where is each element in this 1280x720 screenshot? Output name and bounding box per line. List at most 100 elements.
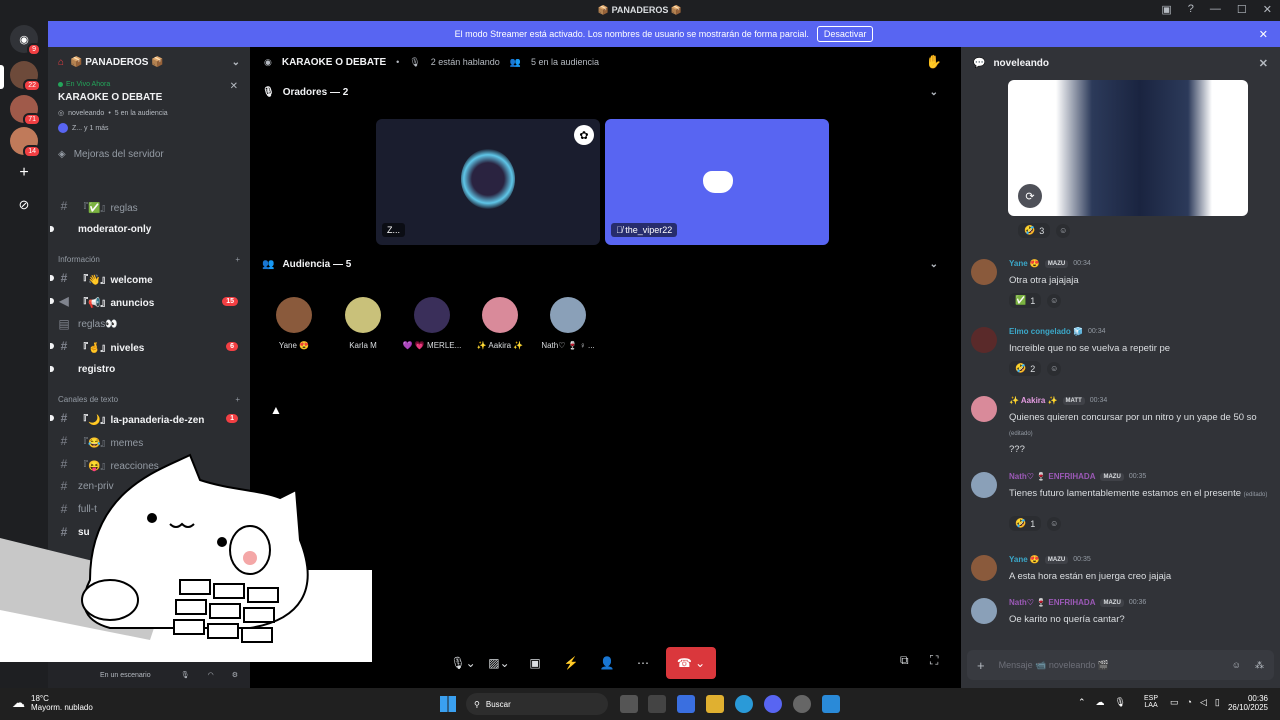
- server-boost-item[interactable]: ◈ Mejoras del servidor: [58, 149, 240, 160]
- message-author[interactable]: Nath♡ 🍷 ENFRIHADA: [1009, 598, 1095, 607]
- muted-mic-icon: 🎙̸: [616, 225, 626, 235]
- shared-image[interactable]: ⟳: [1008, 80, 1248, 216]
- help-icon[interactable]: ?: [1188, 3, 1194, 16]
- audience-member[interactable]: 💜 💗 MERLE...: [400, 297, 464, 350]
- minimize-button[interactable]: —: [1210, 3, 1221, 16]
- close-window-button[interactable]: ✕: [1263, 3, 1272, 16]
- avatar[interactable]: [971, 472, 997, 498]
- channel-registro[interactable]: registro: [50, 359, 240, 379]
- copilot-icon[interactable]: [677, 695, 695, 713]
- audience-member[interactable]: Nath♡ 🍷 ♀ ...: [536, 297, 600, 350]
- message-author[interactable]: Elmo congelado 🧊: [1009, 327, 1083, 336]
- audience-member[interactable]: ✨ Aakira ✨: [468, 297, 532, 350]
- close-live-icon[interactable]: ✕: [230, 81, 238, 92]
- speaker-tile[interactable]: 🎙̸ the_viper22: [605, 119, 829, 245]
- start-button[interactable]: [440, 696, 456, 712]
- channel-welcome[interactable]: # 『👋』welcome: [50, 268, 240, 288]
- leave-stage-button[interactable]: ☎ ⌄: [666, 647, 716, 679]
- file-explorer-icon[interactable]: [706, 695, 724, 713]
- image-search-icon[interactable]: ⟳: [1018, 184, 1042, 208]
- channel-reglas-rules[interactable]: ▤ reglas👀: [58, 314, 240, 334]
- avatar: [276, 297, 312, 333]
- screen-share-button[interactable]: ▣: [522, 650, 548, 676]
- emoji-icon[interactable]: ☺: [1232, 660, 1241, 670]
- server-icon-2[interactable]: 71: [10, 95, 41, 126]
- avatar[interactable]: [971, 555, 997, 581]
- channel-moderator-only[interactable]: moderator-only: [50, 219, 240, 239]
- store-icon[interactable]: [648, 695, 666, 713]
- weather-widget[interactable]: ☁ 18°C Mayorm. nublado: [12, 694, 93, 712]
- close-chat-icon[interactable]: ✕: [1259, 57, 1268, 70]
- reaction[interactable]: 🤣 1: [1009, 516, 1042, 531]
- reaction[interactable]: 🤣 2: [1009, 361, 1042, 376]
- category-canales-de-texto[interactable]: Canales de texto +: [58, 395, 240, 404]
- discord-home-icon[interactable]: ◉ 9: [10, 25, 41, 56]
- server-icon-3[interactable]: 14: [10, 127, 41, 158]
- category-informacion[interactable]: Información +: [58, 255, 240, 264]
- audience-member[interactable]: Yane 😍: [262, 297, 326, 350]
- onedrive-icon[interactable]: ☁: [1096, 697, 1105, 708]
- inbox-icon[interactable]: ▣: [1161, 3, 1171, 16]
- settings-gear-icon[interactable]: ⚙: [232, 671, 238, 679]
- headphones-icon[interactable]: ◠: [208, 671, 214, 679]
- reaction[interactable]: ✅ 1: [1009, 293, 1042, 308]
- channel-anuncios[interactable]: ◀ 『📢』anuncios 15: [50, 291, 240, 311]
- server-icon-group[interactable]: 22: [10, 61, 41, 92]
- add-channel-icon[interactable]: +: [235, 255, 240, 264]
- app-icon-2[interactable]: [822, 695, 840, 713]
- edge-icon[interactable]: [735, 695, 753, 713]
- add-server-icon[interactable]: +: [10, 159, 38, 187]
- mic-button[interactable]: 🎙⌄: [450, 650, 476, 676]
- invite-button[interactable]: 👤: [594, 650, 620, 676]
- activity-button[interactable]: ⚡: [558, 650, 584, 676]
- speakers-section-header[interactable]: 🎙 Oradores — 2 ⌄: [262, 87, 944, 98]
- avatar[interactable]: [971, 396, 997, 422]
- add-reaction-icon[interactable]: ☺: [1047, 361, 1062, 376]
- more-options-icon[interactable]: ⋯: [630, 650, 656, 676]
- avatar[interactable]: [971, 598, 997, 624]
- mic-icon[interactable]: 🎙: [181, 671, 190, 679]
- channel-la-panaderia-de-zen[interactable]: # 『🌙』la-panaderia-de-zen 1: [50, 408, 240, 428]
- close-banner-icon[interactable]: ✕: [1259, 28, 1268, 41]
- chevron-down-icon[interactable]: ⌄: [930, 259, 938, 270]
- discord-taskbar-icon[interactable]: [764, 695, 782, 713]
- deactivate-button[interactable]: Desactivar: [816, 26, 874, 42]
- reaction[interactable]: 🤣 3: [1018, 223, 1051, 238]
- mic-tray-icon[interactable]: 🎙: [1115, 697, 1126, 708]
- channel-reglas[interactable]: # 『✅』reglas: [58, 196, 240, 216]
- live-stage-panel[interactable]: En Vivo Ahora KARAOKE O DEBATE ◎ novelean…: [58, 81, 240, 133]
- tray-icons[interactable]: ▭ ◔ ◁ ▯: [1170, 697, 1220, 708]
- app-icon[interactable]: [793, 695, 811, 713]
- audience-member[interactable]: Karla M: [331, 297, 395, 350]
- audience-section-header[interactable]: 👥 Audiencia — 5 ⌄: [262, 259, 944, 270]
- camera-off-button[interactable]: ▨⌄: [486, 650, 512, 676]
- server-header[interactable]: ⌂ 📦 PANADEROS 📦 ⌄: [48, 47, 250, 77]
- message-author[interactable]: Nath♡ 🍷 ENFRIHADA: [1009, 472, 1095, 481]
- avatar[interactable]: [971, 327, 997, 353]
- channel-memes[interactable]: # 『😂』memes: [58, 431, 240, 451]
- message-author[interactable]: Yane 😍: [1009, 555, 1040, 564]
- add-reaction-icon[interactable]: ☺: [1056, 223, 1071, 238]
- popout-icon[interactable]: ⧉: [900, 653, 909, 668]
- fullscreen-icon[interactable]: ⛶: [930, 653, 938, 668]
- task-view-icon[interactable]: [620, 695, 638, 713]
- speaker-tile[interactable]: ✿ Z...: [376, 119, 600, 245]
- message-author[interactable]: Yane 😍: [1009, 259, 1040, 268]
- add-reaction-icon[interactable]: ☺: [1047, 516, 1062, 531]
- maximize-button[interactable]: ☐: [1237, 3, 1247, 16]
- chevron-down-icon[interactable]: ⌄: [930, 87, 938, 98]
- add-reaction-icon[interactable]: ☺: [1047, 293, 1062, 308]
- message-input[interactable]: Mensaje 📹 noveleando 🎬: [999, 660, 1218, 671]
- taskbar-search[interactable]: ⚲ Buscar: [466, 693, 608, 715]
- avatar[interactable]: [971, 259, 997, 285]
- add-attachment-icon[interactable]: +: [977, 658, 985, 673]
- add-channel-icon[interactable]: +: [235, 395, 240, 404]
- tray-expand-icon[interactable]: ⌃: [1078, 697, 1086, 708]
- discover-icon[interactable]: ⊘: [10, 191, 38, 219]
- clock[interactable]: 00:36 26/10/2025: [1228, 694, 1268, 712]
- channel-niveles[interactable]: # 『🤞』niveles 6: [50, 336, 240, 356]
- message-author[interactable]: ✨ Aakira ✨: [1009, 396, 1058, 405]
- raise-hand-icon[interactable]: ✋: [926, 54, 942, 70]
- language-indicator[interactable]: ESP LAA: [1144, 695, 1158, 709]
- apps-icon[interactable]: ⁂: [1255, 660, 1264, 671]
